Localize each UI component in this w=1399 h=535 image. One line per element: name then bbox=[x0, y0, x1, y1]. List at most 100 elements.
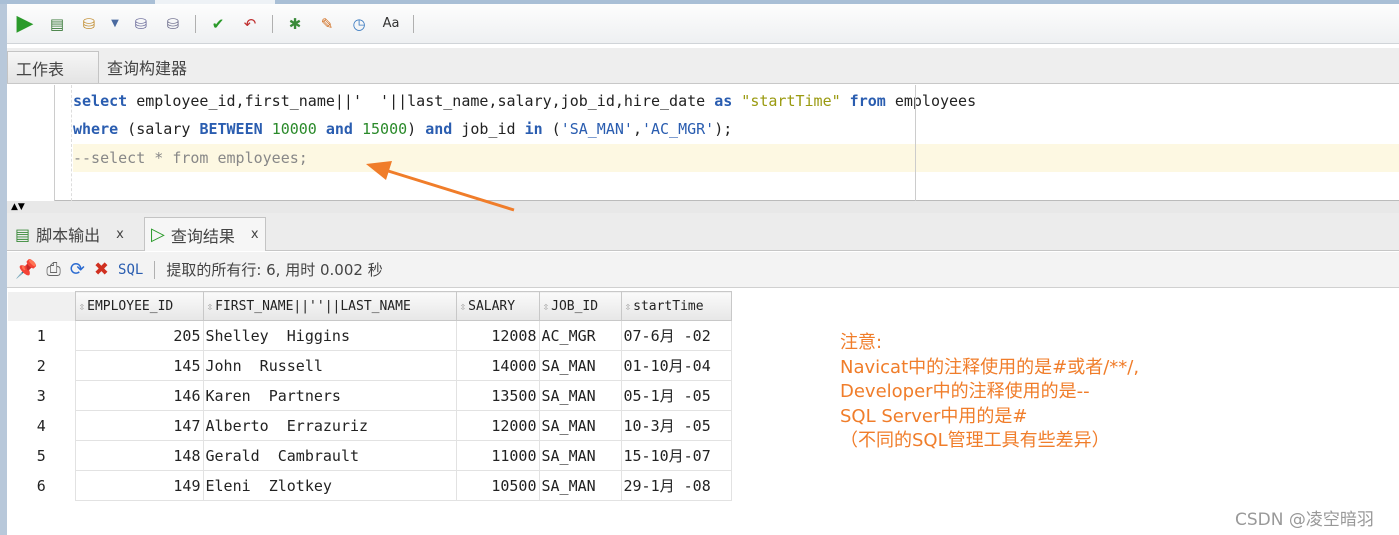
run-script-icon[interactable]: ▤ bbox=[45, 12, 69, 36]
code-token: 'AC_MGR' bbox=[641, 120, 715, 138]
result-tabs: ▤ 脚本输出 x ▷ 查询结果 x bbox=[7, 213, 1399, 251]
pin-icon[interactable]: 📌 bbox=[15, 259, 37, 280]
note-line: （不同的SQL管理工具有些差异） bbox=[840, 430, 1110, 451]
refresh-icon[interactable]: ⟳ bbox=[70, 259, 85, 280]
table-cell[interactable]: 14000 bbox=[455, 350, 540, 381]
autotrace-icon[interactable]: ⛁ bbox=[77, 12, 101, 36]
note-line: SQL Server中用的是# bbox=[840, 405, 1028, 427]
run-icon: ▷ bbox=[151, 224, 165, 245]
toolbar-separator bbox=[413, 14, 414, 33]
sql-button[interactable]: SQL bbox=[118, 262, 143, 278]
column-header[interactable]: ⇳ FIRST_NAME||''||LAST_NAME bbox=[202, 291, 457, 321]
table-cell[interactable]: John Russell bbox=[202, 350, 457, 381]
table-row[interactable]: 4 147 Alberto Errazuriz 12000 SA_MAN 10-3月 -0… bbox=[8, 410, 732, 441]
delete-icon[interactable]: ✖ bbox=[94, 259, 109, 280]
table-cell[interactable]: 29-1月 -08 bbox=[620, 470, 732, 501]
row-number[interactable]: 2 bbox=[8, 350, 76, 381]
sql-worksheet-icon[interactable]: ✱ bbox=[283, 12, 307, 36]
row-number[interactable]: 1 bbox=[8, 320, 76, 351]
commit-icon[interactable]: ✔ bbox=[206, 12, 230, 36]
run-statement-icon[interactable]: ▶ bbox=[13, 11, 37, 36]
note-line: Developer中的注释使用的是-- bbox=[840, 381, 1090, 402]
table-row[interactable]: 6 149 Eleni Zlotkey 10500 SA_MAN 29-1月 -08 bbox=[8, 470, 732, 501]
table-cell[interactable]: Shelley Higgins bbox=[202, 320, 457, 351]
table-cell[interactable]: 11000 bbox=[455, 440, 540, 471]
table-cell[interactable]: 148 bbox=[74, 440, 204, 471]
code-line[interactable]: select employee_id,first_name||' '||last… bbox=[73, 87, 1399, 115]
table-cell[interactable]: 149 bbox=[74, 470, 204, 501]
table-cell[interactable]: SA_MAN bbox=[538, 410, 622, 441]
explain-plan-icon[interactable]: ⛁ bbox=[129, 12, 153, 36]
column-header[interactable]: ⇳ EMPLOYEE_ID bbox=[74, 291, 204, 321]
table-cell[interactable]: 12000 bbox=[455, 410, 540, 441]
code-token: employees bbox=[885, 92, 977, 110]
sql-history-icon[interactable]: ◷ bbox=[347, 12, 371, 36]
column-header[interactable]: ⇳ SALARY bbox=[455, 291, 540, 321]
clear-icon[interactable]: ✎ bbox=[315, 12, 339, 36]
code-line-current[interactable]: --select * from employees; bbox=[73, 144, 1399, 172]
print-icon[interactable]: ⎙ bbox=[46, 259, 60, 280]
row-number[interactable]: 4 bbox=[8, 410, 76, 441]
table-cell[interactable]: SA_MAN bbox=[538, 470, 622, 501]
table-cell[interactable]: AC_MGR bbox=[538, 320, 622, 351]
note-line: 注意: bbox=[840, 332, 883, 353]
table-cell[interactable]: Karen Partners bbox=[202, 380, 457, 411]
close-icon[interactable]: x bbox=[251, 227, 259, 242]
table-cell[interactable]: Alberto Errazuriz bbox=[202, 410, 457, 441]
code-token: job_id bbox=[452, 120, 525, 138]
table-cell[interactable]: 15-10月-07 bbox=[620, 440, 732, 471]
row-number[interactable]: 3 bbox=[8, 380, 76, 411]
close-icon[interactable]: x bbox=[116, 227, 124, 242]
table-cell[interactable]: SA_MAN bbox=[538, 440, 622, 471]
code-token: --select * from employees; bbox=[73, 149, 308, 167]
toolbar-separator bbox=[195, 14, 196, 33]
table-cell[interactable]: 13500 bbox=[455, 380, 540, 411]
table-row[interactable]: 1 205 Shelley Higgins 12008 AC_MGR 07-6月 -02 bbox=[8, 320, 732, 351]
rollback-icon[interactable]: ↶ bbox=[238, 12, 262, 36]
table-cell[interactable]: 147 bbox=[74, 410, 204, 441]
table-row[interactable]: 3 146 Karen Partners 13500 SA_MAN 05-1月 -05 bbox=[8, 380, 732, 411]
sql-tuning-icon[interactable]: ⛁ bbox=[161, 12, 185, 36]
result-toolbar: 📌 ⎙ ⟳ ✖ SQL 提取的所有行: 6, 用时 0.002 秒 bbox=[7, 252, 1399, 288]
table-cell[interactable]: 10500 bbox=[455, 470, 540, 501]
tab-script-output[interactable]: ▤ 脚本输出 x bbox=[9, 217, 130, 251]
table-cell[interactable]: Eleni Zlotkey bbox=[202, 470, 457, 501]
row-number[interactable]: 5 bbox=[8, 440, 76, 471]
splitter[interactable]: ▲▼ bbox=[7, 201, 1399, 213]
tab-query-builder[interactable]: 查询构建器 bbox=[99, 51, 195, 83]
to-upper-lower-icon[interactable]: Aa bbox=[379, 12, 403, 36]
sql-editor[interactable]: select employee_id,first_name||' '||last… bbox=[7, 85, 1399, 201]
column-label: FIRST_NAME||''||LAST_NAME bbox=[215, 298, 411, 314]
table-cell[interactable]: 146 bbox=[74, 380, 204, 411]
code-token: in bbox=[524, 120, 543, 138]
row-number[interactable]: 6 bbox=[8, 470, 76, 501]
table-cell[interactable]: Gerald Cambrault bbox=[202, 440, 457, 471]
table-cell[interactable]: 145 bbox=[74, 350, 204, 381]
code-token: 'SA_MAN' bbox=[560, 120, 633, 138]
table-cell[interactable]: SA_MAN bbox=[538, 350, 622, 381]
table-row[interactable]: 2 145 John Russell 14000 SA_MAN 01-10月-04 bbox=[8, 350, 732, 381]
tab-worksheet[interactable]: 工作表 bbox=[7, 51, 99, 83]
table-cell[interactable]: 12008 bbox=[455, 320, 540, 351]
table-cell[interactable]: 05-1月 -05 bbox=[620, 380, 732, 411]
column-header[interactable]: ⇳ JOB_ID bbox=[538, 291, 622, 321]
script-output-icon: ▤ bbox=[15, 224, 31, 244]
code-line[interactable]: where (salary BETWEEN 10000 and 15000) a… bbox=[73, 115, 1399, 143]
code-token: select bbox=[73, 92, 128, 110]
table-cell[interactable]: 01-10月-04 bbox=[620, 350, 732, 381]
fetch-status: 提取的所有行: 6, 用时 0.002 秒 bbox=[166, 261, 383, 279]
column-header[interactable]: ⇳ startTime bbox=[620, 291, 732, 321]
table-row[interactable]: 5 148 Gerald Cambrault 11000 SA_MAN 15-10月-07 bbox=[8, 440, 732, 471]
table-cell[interactable]: 10-3月 -05 bbox=[620, 410, 732, 441]
sort-icon: ⇳ bbox=[624, 299, 632, 313]
table-cell[interactable]: 205 bbox=[74, 320, 204, 351]
dropdown-icon[interactable]: ▼ bbox=[109, 12, 121, 36]
column-label: JOB_ID bbox=[551, 298, 599, 314]
tab-query-result[interactable]: ▷ 查询结果 x bbox=[144, 217, 266, 251]
table-cell[interactable]: SA_MAN bbox=[538, 380, 622, 411]
table-cell[interactable]: 07-6月 -02 bbox=[620, 320, 732, 351]
annotation-note: 注意: Navicat中的注释使用的是#或者/**/, Developer中的注释使… bbox=[840, 331, 1139, 454]
